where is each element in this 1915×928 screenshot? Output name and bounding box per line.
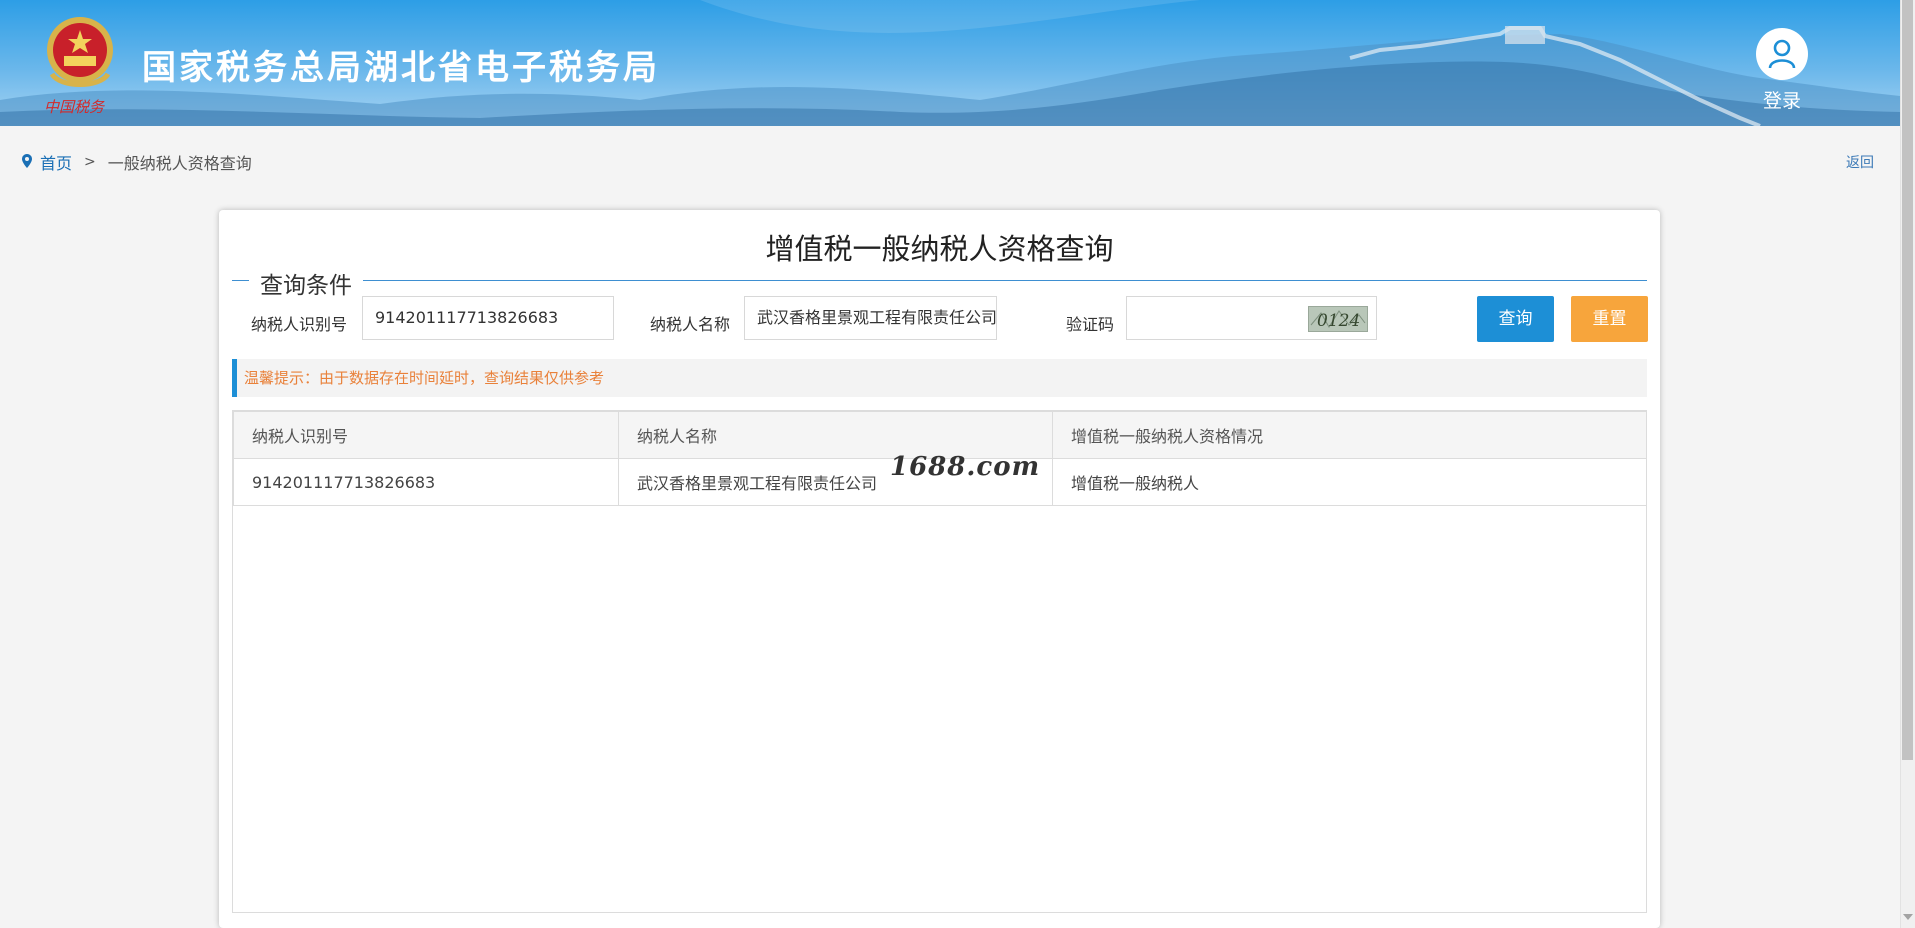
login-button[interactable]: 登录: [1756, 28, 1808, 112]
site-header: 中国税务 国家税务总局湖北省电子税务局 登录: [0, 0, 1900, 126]
back-link[interactable]: 返回: [1846, 152, 1874, 172]
watermark-text: 1688.com: [890, 452, 1041, 482]
cell-qualification: 增值税一般纳税人: [1052, 458, 1647, 506]
taxpayer-name-label: 纳税人名称: [650, 315, 731, 334]
national-emblem-logo: 中国税务: [40, 12, 126, 116]
results-table-container: 纳税人识别号 纳税人名称 增值税一般纳税人资格情况 91420111771382…: [232, 410, 1647, 913]
taxpayer-id-label: 纳税人识别号: [251, 315, 348, 334]
query-button[interactable]: 查询: [1477, 296, 1554, 342]
column-header-taxpayer-id: 纳税人识别号: [233, 411, 619, 459]
site-title: 国家税务总局湖北省电子税务局: [142, 48, 660, 88]
page-title: 增值税一般纳税人资格查询: [765, 232, 1114, 266]
breadcrumb-current: 一般纳税人资格查询: [107, 154, 252, 173]
captcha-label: 验证码: [1066, 315, 1115, 334]
column-header-qualification: 增值税一般纳税人资格情况: [1052, 411, 1647, 459]
location-pin-icon: [22, 153, 32, 172]
breadcrumb: 首页 > 一般纳税人资格查询: [22, 150, 252, 174]
fieldset-divider: [232, 280, 1647, 281]
scroll-down-arrow-icon[interactable]: [1903, 914, 1913, 920]
cell-taxpayer-id: 914201117713826683: [233, 458, 619, 506]
breadcrumb-separator: >: [84, 154, 96, 170]
query-card: 增值税一般纳税人资格查询 查询条件 纳税人识别号 914201117713826…: [219, 210, 1660, 928]
breadcrumb-home-link[interactable]: 首页: [40, 150, 72, 174]
captcha-image[interactable]: 0124: [1308, 306, 1368, 332]
taxpayer-name-input[interactable]: 武汉香格里景观工程有限责任公司: [744, 296, 997, 340]
notice-tip: 温馨提示：由于数据存在时间延时，查询结果仅供参考: [232, 359, 1647, 397]
captcha-text: 0124: [1317, 311, 1360, 331]
user-icon: [1756, 28, 1808, 80]
scrollbar-thumb[interactable]: [1902, 0, 1913, 760]
svg-text:中国税务: 中国税务: [44, 98, 106, 116]
taxpayer-id-input[interactable]: 914201117713826683: [362, 296, 614, 340]
reset-button[interactable]: 重置: [1571, 296, 1648, 342]
query-conditions-legend: 查询条件: [249, 266, 363, 300]
login-label: 登录: [1762, 90, 1801, 112]
